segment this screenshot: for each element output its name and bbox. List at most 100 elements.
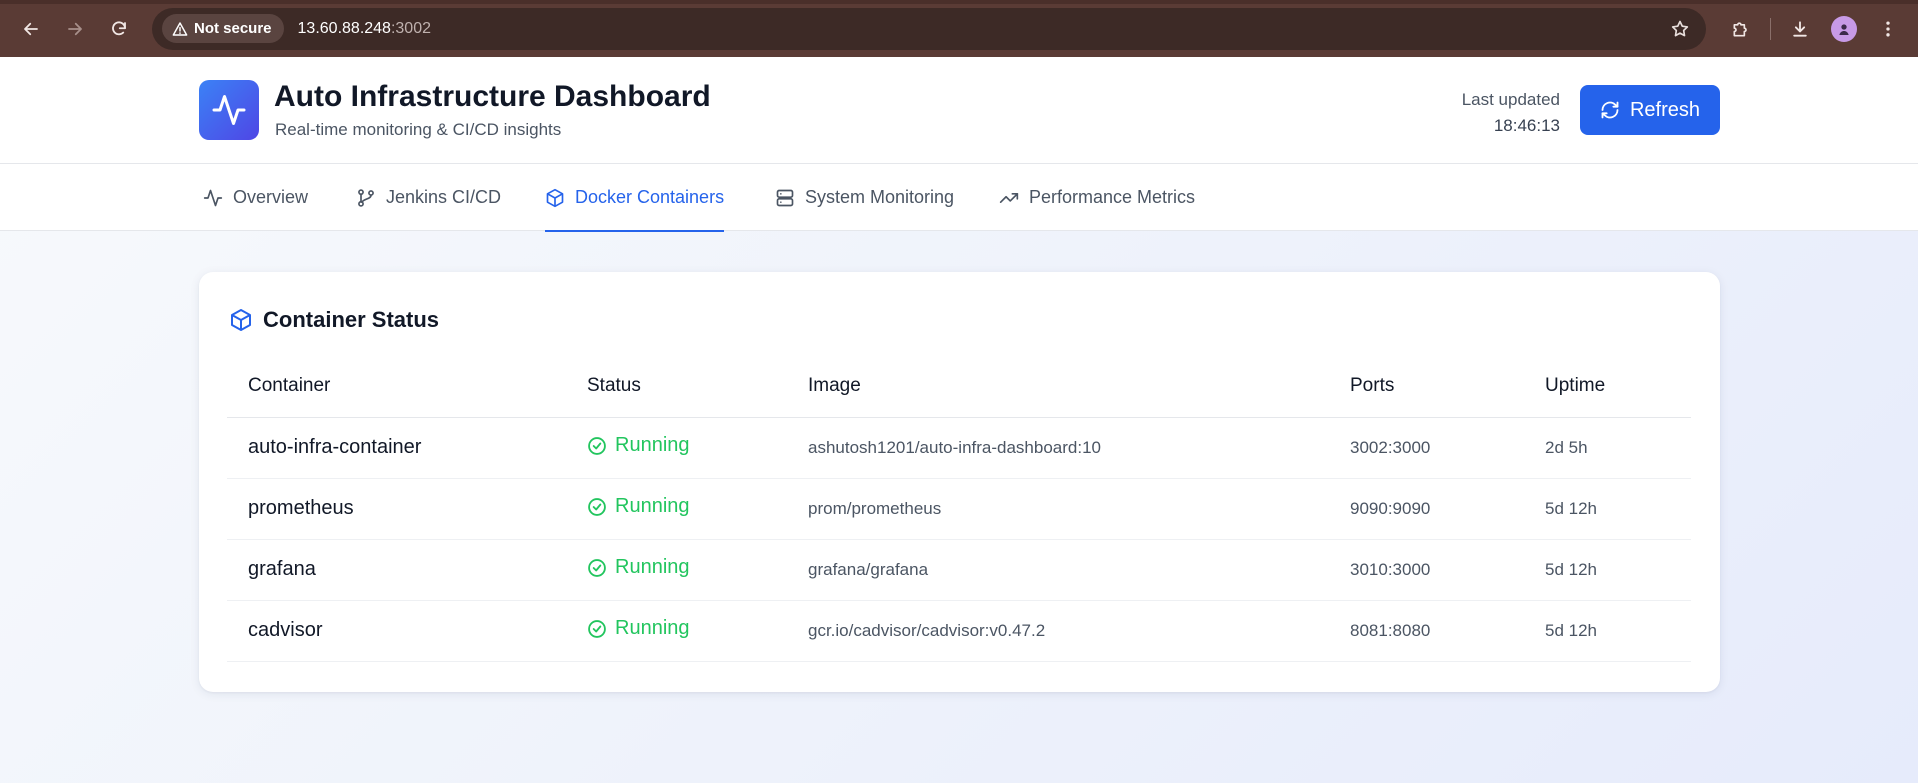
table-header-row: Container Status Image Ports Uptime (227, 356, 1691, 418)
bookmark-button[interactable] (1664, 13, 1696, 45)
tab-bar: Overview Jenkins CI/CD Docker Containers… (0, 164, 1918, 232)
page-title: Auto Infrastructure Dashboard (274, 80, 711, 113)
tab-docker-containers[interactable]: Docker Containers (545, 164, 725, 232)
status-cell: Running (566, 478, 787, 540)
tab-label: System Monitoring (805, 187, 955, 207)
arrow-right-icon (68, 22, 82, 35)
image-cell: grafana/grafana (787, 539, 1329, 601)
activity-icon (203, 189, 223, 206)
tab-system-monitoring[interactable]: System Monitoring (775, 164, 954, 231)
last-updated-time: 18:46:13 (1493, 116, 1560, 135)
tab-overview[interactable]: Overview (203, 164, 308, 231)
downloads-button[interactable] (1785, 14, 1815, 44)
tab-label: Docker Containers (575, 187, 725, 207)
toolbar-divider (1770, 17, 1771, 40)
check-circle-icon (588, 619, 606, 638)
uptime-cell: 2d 5h (1524, 417, 1691, 479)
url-port: :3002 (390, 19, 431, 37)
status-cell: Running (566, 539, 787, 601)
tab-label: Performance Metrics (1029, 187, 1196, 207)
uptime-cell: 5d 12h (1524, 478, 1691, 540)
download-icon (1793, 20, 1807, 37)
security-label: Not secure (194, 20, 272, 37)
ports-cell: 3002:3000 (1329, 417, 1524, 479)
uptime-cell: 5d 12h (1524, 600, 1691, 662)
app-header: Auto Infrastructure Dashboard Real-time … (0, 57, 1918, 164)
server-icon (776, 189, 794, 206)
warning-icon (172, 21, 188, 36)
more-vertical-icon (1886, 21, 1890, 36)
containers-table: Container Status Image Ports Uptime auto… (227, 356, 1691, 662)
status-text: Running (615, 617, 690, 640)
browser-toolbar: Not secure 13.60.88.248:3002 (0, 0, 1918, 57)
column-header-container: Container (227, 356, 566, 418)
url-host: 13.60.88.248 (297, 19, 391, 37)
container-icon (546, 188, 564, 207)
security-chip[interactable]: Not secure (162, 14, 284, 43)
column-header-ports: Ports (1329, 356, 1524, 418)
puzzle-icon (1733, 21, 1747, 37)
refresh-icon (1601, 101, 1619, 119)
table-row: grafana Running grafana/grafana 3010:300… (227, 539, 1691, 601)
ports-cell: 9090:9090 (1329, 478, 1524, 540)
table-row: auto-infra-container Running ashutosh120… (227, 417, 1691, 479)
tab-jenkins[interactable]: Jenkins CI/CD (356, 164, 501, 231)
status-badge: Running (587, 434, 690, 457)
git-branch-icon (358, 188, 374, 207)
profile-icon (1839, 23, 1849, 35)
url-text[interactable]: 13.60.88.248:3002 (298, 20, 431, 38)
status-badge: Running (587, 556, 690, 579)
container-name: grafana (227, 539, 566, 601)
container-status-card: Container Status Container Status Image … (199, 272, 1720, 692)
last-updated-label: Last updated (1461, 90, 1560, 109)
status-cell: Running (566, 600, 787, 662)
status-cell: Running (566, 417, 787, 479)
container-name: cadvisor (227, 600, 566, 662)
image-cell: gcr.io/cadvisor/cadvisor:v0.47.2 (787, 600, 1329, 662)
status-badge: Running (587, 617, 690, 640)
refresh-button[interactable]: Refresh (1580, 85, 1720, 135)
page-subtitle: Real-time monitoring & CI/CD insights (275, 120, 562, 139)
menu-button[interactable] (1873, 14, 1903, 44)
last-updated: Last updated 18:46:13 (1462, 87, 1560, 139)
check-circle-icon (588, 436, 606, 455)
tab-label: Jenkins CI/CD (386, 187, 502, 207)
star-icon (1671, 20, 1689, 36)
trending-up-icon (999, 192, 1019, 203)
ports-cell: 8081:8080 (1329, 600, 1524, 662)
back-button[interactable] (14, 12, 48, 46)
card-title-text: Container Status (263, 307, 440, 332)
app-logo (199, 80, 259, 140)
status-badge: Running (587, 495, 690, 518)
container-name: auto-infra-container (227, 417, 566, 479)
reload-button[interactable] (102, 12, 136, 46)
status-text: Running (615, 495, 690, 518)
container-name: prometheus (227, 478, 566, 540)
image-cell: ashutosh1201/auto-infra-dashboard:10 (787, 417, 1329, 479)
check-circle-icon (588, 558, 606, 577)
table-row: prometheus Running prom/prometheus 9090:… (227, 478, 1691, 540)
ports-cell: 3010:3000 (1329, 539, 1524, 601)
column-header-status: Status (566, 356, 787, 418)
column-header-uptime: Uptime (1524, 356, 1691, 418)
uptime-cell: 5d 12h (1524, 539, 1691, 601)
extensions-button[interactable] (1726, 14, 1756, 44)
address-bar[interactable]: Not secure 13.60.88.248:3002 (152, 7, 1706, 50)
container-icon (231, 309, 251, 331)
forward-button[interactable] (58, 12, 92, 46)
tab-performance-metrics[interactable]: Performance Metrics (999, 164, 1195, 231)
refresh-label: Refresh (1629, 98, 1701, 121)
avatar (1831, 15, 1857, 42)
reload-icon (112, 20, 126, 35)
table-row: cadvisor Running gcr.io/cadvisor/cadviso… (227, 600, 1691, 662)
check-circle-icon (588, 497, 606, 516)
profile-button[interactable] (1829, 14, 1859, 44)
card-title: Container Status (229, 307, 439, 333)
activity-icon (212, 95, 246, 125)
tab-label: Overview (233, 187, 309, 207)
image-cell: prom/prometheus (787, 478, 1329, 540)
column-header-image: Image (787, 356, 1329, 418)
status-text: Running (615, 434, 690, 457)
arrow-left-icon (24, 22, 38, 35)
status-text: Running (615, 556, 690, 579)
